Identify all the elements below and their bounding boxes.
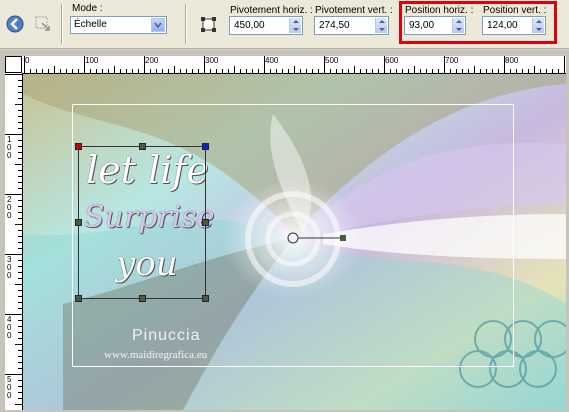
- pivot-h-input[interactable]: 450,00: [229, 16, 303, 35]
- pos-h-input[interactable]: 93,00: [404, 16, 466, 35]
- mode-select[interactable]: Échelle: [70, 16, 167, 34]
- h-tick-label: 400: [265, 56, 279, 65]
- pivot-v-input[interactable]: 274,50: [314, 16, 389, 35]
- h-tick-label: 600: [385, 56, 399, 65]
- pos-v-value: 124,00: [487, 20, 518, 31]
- h-tick-label: 100: [85, 56, 99, 65]
- ruler-corner: [5, 56, 22, 73]
- handle-mid-left[interactable]: [75, 219, 82, 226]
- handle-bottom-center[interactable]: [139, 295, 146, 302]
- chevron-down-icon[interactable]: [151, 18, 165, 32]
- h-tick-label: 800: [505, 56, 519, 65]
- selection-bounding-box[interactable]: [78, 146, 206, 299]
- h-tick-label: 0: [25, 56, 30, 65]
- reset-icon[interactable]: [33, 14, 53, 34]
- watermark-title: Pinuccia: [132, 327, 201, 344]
- pos-h-value: 93,00: [409, 20, 435, 31]
- v-tick-label: 1 0 0: [7, 135, 12, 160]
- pivot-handle[interactable]: [285, 230, 349, 246]
- mode-select-value: Échelle: [74, 19, 107, 30]
- watermark-url: www.maidiregrafica.eu: [104, 349, 208, 361]
- handle-top-center[interactable]: [139, 143, 146, 150]
- pivot-h-stepper[interactable]: [289, 18, 301, 33]
- pos-v-stepper[interactable]: [532, 18, 544, 33]
- pivot-v-stepper[interactable]: [375, 18, 387, 33]
- pos-v-label: Position vert. :: [483, 5, 547, 16]
- v-tick-label: 4 0 0: [7, 315, 12, 340]
- mode-label: Mode :: [72, 3, 103, 14]
- handle-top-right[interactable]: [202, 143, 209, 150]
- pos-h-stepper[interactable]: [452, 18, 464, 33]
- v-tick-label: 3 0 0: [7, 255, 12, 280]
- h-tick-label: 300: [205, 56, 219, 65]
- handle-bottom-left[interactable]: [75, 295, 82, 302]
- pos-v-input[interactable]: 124,00: [482, 16, 546, 35]
- h-tick-label: 700: [445, 56, 459, 65]
- pivot-h-value: 450,00: [234, 20, 265, 31]
- tool-options-toolbar: Mode : Échelle Pivotement horiz. : 450,0…: [0, 0, 569, 49]
- pos-h-label: Position horiz. :: [405, 5, 474, 16]
- h-tick-label: 500: [325, 56, 339, 65]
- horizontal-ruler: 0 100 200 300 400 500 600 700 800: [22, 56, 566, 74]
- handle-top-left[interactable]: [75, 143, 82, 150]
- vertical-ruler: 1 0 0 2 0 0 3 0 0 4 0 0 5 0 0: [5, 73, 23, 410]
- h-tick-label: 200: [145, 56, 159, 65]
- pivot-h-label: Pivotement horiz. :: [230, 5, 313, 16]
- handle-mid-right[interactable]: [202, 219, 209, 226]
- pivot-v-value: 274,50: [319, 20, 350, 31]
- back-icon[interactable]: [5, 14, 25, 34]
- v-tick-label: 2 0 0: [7, 195, 12, 220]
- deform-icon[interactable]: [199, 15, 219, 35]
- v-tick-label: 5 0 0: [7, 375, 12, 400]
- handle-bottom-right[interactable]: [202, 295, 209, 302]
- pivot-v-label: Pivotement vert. :: [315, 5, 393, 16]
